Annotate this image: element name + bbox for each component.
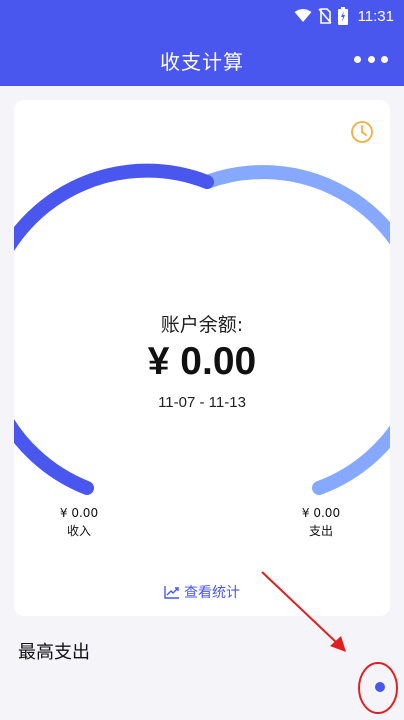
more-options-button[interactable] [354, 49, 388, 69]
battery-icon [337, 7, 348, 25]
more-horizontal-icon [354, 55, 361, 63]
status-icons: 11:31 [294, 5, 394, 27]
no-sim-icon [317, 8, 332, 24]
status-bar: 11:31 [0, 0, 404, 32]
status-time: 11:31 [357, 7, 394, 25]
balance-label: 账户余额: [160, 314, 244, 336]
expense-label: 支出 [308, 524, 333, 538]
expense-amount: ¥ 0.00 [301, 506, 341, 520]
income-label: 收入 [66, 524, 91, 538]
app-bar: 收支计算 [0, 32, 404, 86]
annotation-arrowhead [330, 636, 346, 652]
balance-card: 账户余额: ¥ 0.00 11-07 - 11-13 ¥ 0.00 收入 ¥ 0… [14, 100, 390, 616]
floating-dot-button[interactable] [375, 682, 385, 692]
income-amount: ¥ 0.00 [59, 506, 99, 520]
view-stats-label: 查看统计 [184, 585, 240, 601]
expense-summary: ¥ 0.00 支出 [281, 504, 361, 540]
view-stats-link[interactable]: 查看统计 [14, 582, 390, 602]
balance-value: ¥ 0.00 [147, 340, 257, 383]
income-summary: ¥ 0.00 收入 [39, 504, 119, 540]
top-expense-title: 最高支出 [18, 642, 90, 663]
page-title: 收支计算 [160, 50, 244, 74]
date-range: 11-07 - 11-13 [158, 394, 246, 411]
chart-trend-icon [164, 586, 179, 599]
wifi-icon [294, 9, 312, 22]
